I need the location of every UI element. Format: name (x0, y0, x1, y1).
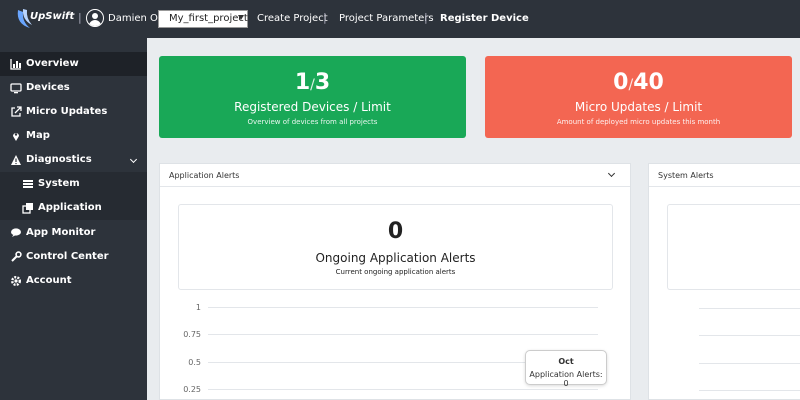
user-name[interactable]: Damien Oh (108, 13, 164, 24)
avatar-icon[interactable] (86, 9, 104, 27)
sidebar-item-control-center[interactable]: Control Center (0, 245, 147, 269)
alerts-count: 0 (387, 219, 404, 244)
upswift-logo[interactable]: UpSwift (14, 6, 74, 32)
panel-header[interactable]: Application Alerts (160, 164, 630, 187)
micro-updates-card: 0/40 Micro Updates / Limit Amount of dep… (485, 56, 792, 138)
system-alerts-panel: System Alerts (648, 163, 800, 400)
card-title: Micro Updates / Limit (574, 100, 703, 114)
external-link-icon (10, 106, 22, 118)
y-tick-label: 0.75 (183, 330, 201, 339)
alerts-title: Ongoing Application Alerts (315, 251, 476, 265)
registered-devices-card: 1/3 Registered Devices / Limit Overview … (159, 56, 466, 138)
create-project-link[interactable]: Create Project (257, 13, 328, 24)
sidebar-item-label: Devices (26, 82, 70, 93)
card-subtitle: Overview of devices from all projects (247, 118, 378, 126)
gridline (699, 308, 800, 309)
logo-text: UpSwift (30, 11, 75, 22)
sidebar-item-application[interactable]: Application (0, 196, 147, 220)
sidebar-item-system[interactable]: System (0, 172, 147, 196)
sidebar-item-label: Overview (26, 58, 79, 69)
gridline (208, 389, 598, 390)
chevron-down-icon[interactable] (607, 169, 616, 178)
top-bar: UpSwift | Damien Oh My_first_project Cre… (0, 0, 800, 38)
sidebar-item-overview[interactable]: Overview (0, 52, 147, 76)
chart-tooltip: Oct Application Alerts: 0 (525, 350, 607, 388)
y-tick-label: 0.5 (188, 358, 201, 367)
sidebar-item-account[interactable]: Account (0, 269, 147, 293)
separator: | (78, 11, 82, 24)
separator: | (323, 11, 327, 24)
sidebar-item-label: App Monitor (26, 227, 96, 238)
monitor-icon (10, 82, 22, 94)
sidebar-item-label: System (38, 178, 80, 189)
sidebar-item-devices[interactable]: Devices (0, 76, 147, 100)
sidebar-item-micro-updates[interactable]: Micro Updates (0, 100, 147, 124)
sidebar-item-map[interactable]: Map (0, 124, 147, 148)
caret-down-icon (238, 15, 244, 20)
panel-header[interactable]: System Alerts (649, 164, 800, 187)
sidebar-item-label: Application (38, 202, 102, 213)
separator: | (424, 11, 428, 24)
comment-icon (10, 227, 22, 239)
alerts-subtitle: Current ongoing application alerts (335, 268, 456, 276)
sidebar-item-label: Diagnostics (26, 154, 92, 165)
project-select-value: My_first_project (169, 13, 248, 24)
tooltip-month: Oct (558, 357, 574, 366)
y-tick-label: 0.25 (183, 385, 201, 394)
panel-title: Application Alerts (169, 171, 240, 180)
updates-count: 0/40 (613, 70, 664, 95)
project-select[interactable]: My_first_project (158, 10, 248, 28)
windows-icon (22, 202, 34, 214)
y-tick-label: 1 (195, 303, 201, 312)
gridline (699, 390, 800, 391)
panel-title: System Alerts (658, 171, 714, 180)
sidebar-item-label: Micro Updates (26, 106, 108, 117)
gridline (699, 335, 800, 336)
warning-icon (10, 154, 22, 166)
gridline (208, 334, 598, 335)
chart-icon (10, 58, 22, 70)
card-subtitle: Amount of deployed micro updates this mo… (556, 118, 721, 126)
sidebar-item-app-monitor[interactable]: App Monitor (0, 221, 147, 245)
sidebar: Overview Devices Micro Updates Map Diagn… (0, 38, 147, 400)
sidebar-item-label: Map (26, 130, 50, 141)
devices-count: 1/3 (294, 70, 331, 95)
gridline (208, 307, 598, 308)
wrench-icon (10, 251, 22, 263)
chevron-down-icon (129, 155, 138, 164)
ongoing-alerts-box: 0 Ongoing Application Alerts Current ong… (178, 204, 613, 290)
sidebar-item-label: Account (26, 275, 72, 286)
list-icon (22, 178, 34, 190)
tooltip-value: Application Alerts: 0 (529, 370, 603, 388)
map-pin-icon (10, 130, 22, 142)
sidebar-item-diagnostics[interactable]: Diagnostics (0, 148, 147, 172)
sidebar-item-label: Control Center (26, 251, 109, 262)
register-device-link[interactable]: Register Device (440, 13, 529, 24)
gear-icon (10, 275, 22, 287)
gridline (699, 363, 800, 364)
project-parameters-link[interactable]: Project Parameters (339, 13, 434, 24)
system-alerts-box (667, 204, 800, 290)
card-title: Registered Devices / Limit (234, 100, 391, 114)
